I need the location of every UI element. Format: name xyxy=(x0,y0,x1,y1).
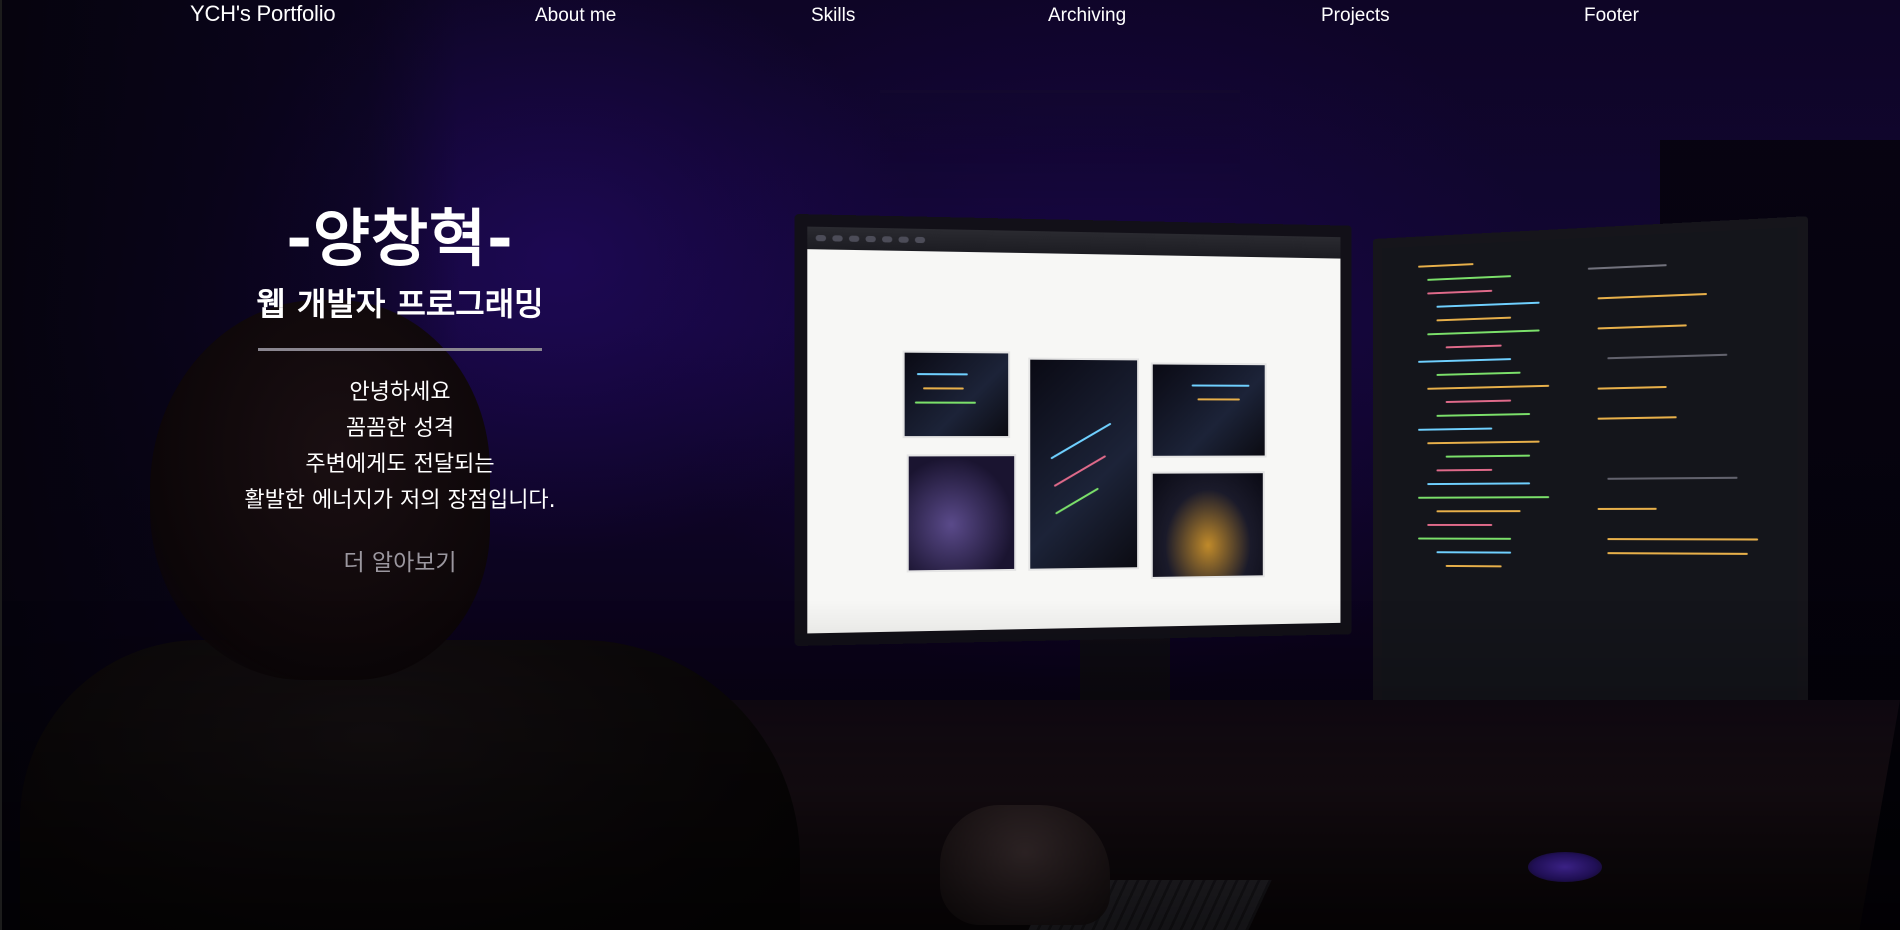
window-edge xyxy=(0,0,2,930)
gallery-photo xyxy=(906,454,1017,573)
gallery-photo xyxy=(1150,362,1267,458)
nav-link-projects[interactable]: Projects xyxy=(1321,5,1390,27)
browser-toolbar xyxy=(807,226,1341,259)
hero-role: 웹 개발자 프로그래밍 xyxy=(256,285,544,323)
hero-section: -양창혁- 웹 개발자 프로그래밍 안녕하세요 꼼꼼한 성격 주변에게도 전달되… xyxy=(200,196,600,577)
nav-link-archiving[interactable]: Archiving xyxy=(1048,5,1126,27)
intro-line: 주변에게도 전달되는 xyxy=(305,452,495,477)
gallery-photo xyxy=(1028,357,1140,571)
learn-more-button[interactable]: 더 알아보기 xyxy=(343,543,456,577)
hero-divider xyxy=(258,348,542,351)
intro-line: 안녕하세요 xyxy=(349,380,451,405)
intro-line: 활발한 에너지가 저의 장점입니다. xyxy=(244,488,556,513)
bottom-shade xyxy=(0,600,1900,930)
nav-link-footer[interactable]: Footer xyxy=(1584,5,1639,27)
nav-link-skills[interactable]: Skills xyxy=(811,5,855,27)
gallery-photo xyxy=(1150,471,1265,579)
top-nav: YCH's Portfolio About me Skills Archivin… xyxy=(0,0,1900,34)
left-monitor xyxy=(794,213,1352,647)
nav-link-about-me[interactable]: About me xyxy=(535,5,616,27)
intro-line: 꼼꼼한 성격 xyxy=(345,416,455,441)
left-monitor-screen xyxy=(807,226,1341,634)
hero-page: YCH's Portfolio About me Skills Archivin… xyxy=(0,0,1900,930)
hero-name: -양창혁- xyxy=(286,202,514,275)
gallery-photo xyxy=(902,350,1011,439)
hero-intro: 안녕하세요 꼼꼼한 성격 주변에게도 전달되는 활발한 에너지가 저의 장점입니… xyxy=(200,375,600,519)
background-shelf xyxy=(880,90,1240,210)
portfolio-logo-link[interactable]: YCH's Portfolio xyxy=(190,1,336,27)
